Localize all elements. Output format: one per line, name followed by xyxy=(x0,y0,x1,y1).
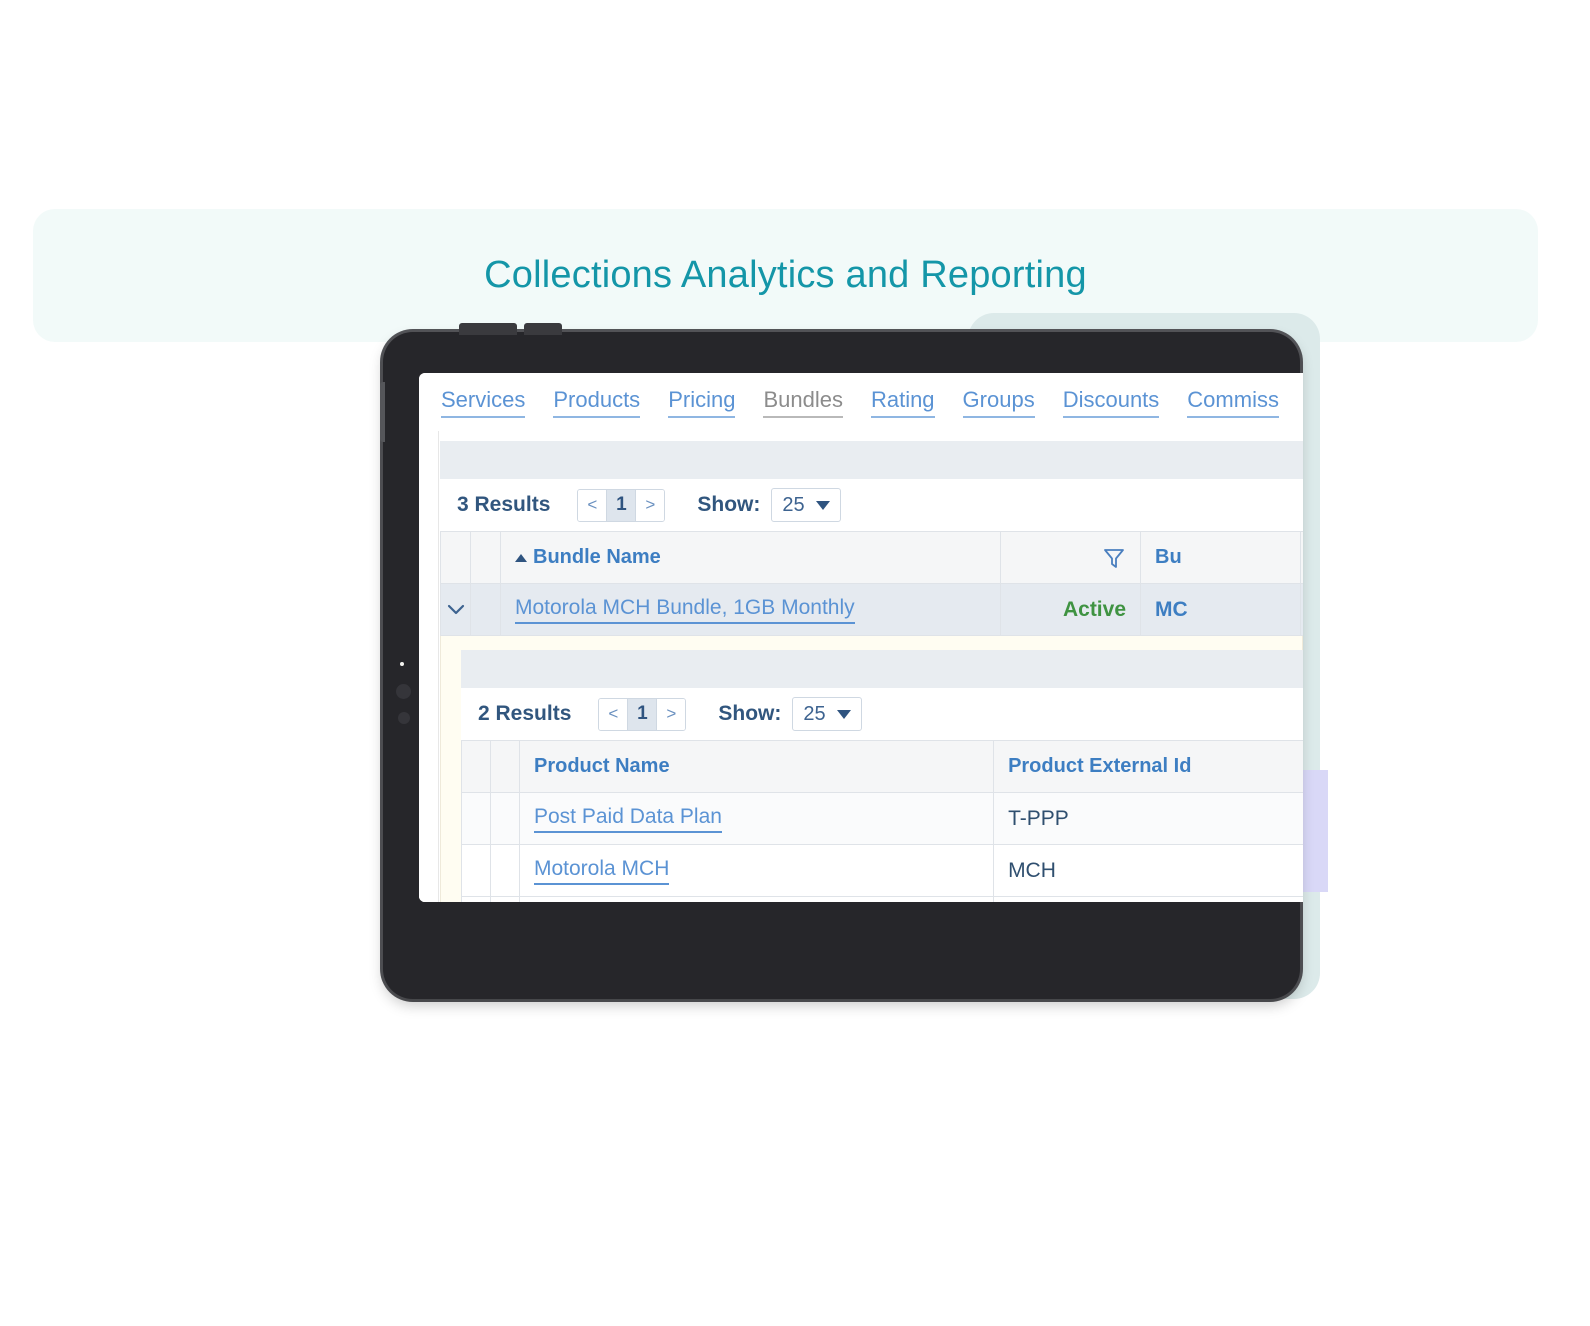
tablet-side-button[interactable] xyxy=(380,382,385,442)
tab-services[interactable]: Services xyxy=(441,387,526,418)
bundles-header-bundle-external-id[interactable]: Bu xyxy=(1141,532,1301,583)
bundles-row-expander[interactable] xyxy=(441,584,471,635)
sort-ascending-icon xyxy=(515,553,527,562)
bundles-page-size-select[interactable]: 25 xyxy=(771,488,841,522)
products-pager-next[interactable]: > xyxy=(657,698,686,730)
decorative-lavender-block xyxy=(1300,770,1328,892)
bundles-row-external-id-cell: MC xyxy=(1141,584,1301,635)
filter-funnel-icon[interactable] xyxy=(1102,546,1126,570)
bundles-page-size-value: 25 xyxy=(782,493,805,516)
content-left-gutter xyxy=(419,431,439,902)
bundles-row-status-cell: Active xyxy=(1001,584,1141,635)
bundles-header-checkbox-col xyxy=(471,532,501,583)
table-row[interactable]: Post Paid Data Plan T-PPP xyxy=(462,793,1303,845)
tab-discounts[interactable]: Discounts xyxy=(1062,387,1160,418)
products-row-checkbox-col[interactable] xyxy=(491,845,520,896)
bundles-toolbar: 3 Results < 1 > Show: 25 xyxy=(440,479,1303,531)
products-header-col-b xyxy=(491,741,520,792)
product-name-link[interactable]: Post Paid Data Plan xyxy=(534,805,722,833)
bundles-show-label: Show: xyxy=(697,493,761,516)
tablet-device: Services Products Pricing Bundles Rating… xyxy=(380,323,1303,999)
bundles-header-bundle-external-id-label: Bu xyxy=(1155,546,1182,568)
products-row-external-id-cell: MCH xyxy=(994,845,1303,896)
app-content: 3 Results < 1 > Show: 25 Bundle Name Bu … xyxy=(419,431,1303,902)
bundles-header-expander-col xyxy=(441,532,471,583)
caret-down-icon xyxy=(836,709,851,719)
bundles-header-bundle-name[interactable]: Bundle Name xyxy=(501,532,1001,583)
bundles-header-bundle-name-label: Bundle Name xyxy=(533,546,661,568)
bundles-grid-header-row: Bundle Name Bu xyxy=(441,532,1303,584)
products-header-col-a xyxy=(462,741,491,792)
tablet-side-dot-lower xyxy=(398,712,410,724)
page-root: Collections Analytics and Reporting Serv… xyxy=(0,0,1590,1326)
tablet-top-button-primary[interactable] xyxy=(459,323,517,335)
products-grid-empty-row xyxy=(462,897,1303,902)
bundles-row-checkbox-col[interactable] xyxy=(471,584,501,635)
app-nav-tabs: Services Products Pricing Bundles Rating… xyxy=(419,373,1303,431)
product-name-link[interactable]: Motorola MCH xyxy=(534,857,670,885)
products-pager-page-1[interactable]: 1 xyxy=(627,698,658,730)
products-empty-col-b xyxy=(491,897,520,902)
products-page-size-select[interactable]: 25 xyxy=(792,697,862,731)
products-show-label: Show: xyxy=(718,702,782,725)
products-toolbar: 2 Results < 1 > Show: 25 xyxy=(461,688,1303,740)
chevron-down-icon xyxy=(446,600,466,620)
products-row-col-a xyxy=(462,845,491,896)
bundles-header-filter-col xyxy=(1001,532,1141,583)
products-pager-prev[interactable]: < xyxy=(599,698,628,730)
bundles-results-count: 3 Results xyxy=(457,493,551,516)
bundles-pager-prev[interactable]: < xyxy=(578,489,607,521)
tab-pricing[interactable]: Pricing xyxy=(668,387,736,418)
products-header-product-external-id[interactable]: Product External Id xyxy=(994,741,1303,792)
tablet-side-dot-upper xyxy=(396,684,411,699)
product-external-id-value: MCH xyxy=(1008,858,1056,882)
bundle-detail-panel: 2 Results < 1 > Show: 25 Product Name Pr… xyxy=(440,636,1303,902)
products-results-count: 2 Results xyxy=(478,702,572,725)
products-empty-col-name xyxy=(520,897,995,902)
table-row[interactable]: Motorola MCH MCH xyxy=(462,845,1303,897)
products-pager: < 1 > xyxy=(598,697,687,731)
bundle-name-link[interactable]: Motorola MCH Bundle, 1GB Monthly xyxy=(515,596,855,624)
bundles-pager-page-1[interactable]: 1 xyxy=(606,489,637,521)
products-row-product-name-cell: Motorola MCH xyxy=(520,845,995,896)
tablet-indicator-led xyxy=(400,662,404,666)
bundles-pager: < 1 > xyxy=(577,488,666,522)
products-empty-col-a xyxy=(462,897,491,902)
products-row-external-id-cell: T-PPP xyxy=(994,793,1303,844)
bundles-section-band xyxy=(440,441,1303,479)
bundle-external-id-value: MC xyxy=(1155,597,1188,621)
products-grid: Product Name Product External Id Post Pa… xyxy=(461,740,1303,902)
products-row-checkbox-col[interactable] xyxy=(491,793,520,844)
products-header-product-name[interactable]: Product Name xyxy=(520,741,995,792)
product-external-id-value: T-PPP xyxy=(1008,806,1069,830)
products-header-product-external-id-label: Product External Id xyxy=(1008,755,1192,777)
products-empty-col-ext xyxy=(994,897,1303,902)
products-row-product-name-cell: Post Paid Data Plan xyxy=(520,793,995,844)
table-row[interactable]: Motorola MCH Bundle, 1GB Monthly Active … xyxy=(441,584,1303,636)
products-grid-header-row: Product Name Product External Id xyxy=(462,741,1303,793)
tab-groups[interactable]: Groups xyxy=(962,387,1035,418)
products-header-product-name-label: Product Name xyxy=(534,755,670,777)
tab-rating[interactable]: Rating xyxy=(870,387,935,418)
tablet-screen: Services Products Pricing Bundles Rating… xyxy=(419,373,1303,902)
tablet-top-button-secondary[interactable] xyxy=(524,323,562,335)
products-page-size-value: 25 xyxy=(803,702,826,725)
bundles-row-bundle-name-cell: Motorola MCH Bundle, 1GB Monthly xyxy=(501,584,1001,635)
tab-bundles[interactable]: Bundles xyxy=(763,387,843,418)
status-badge: Active xyxy=(1062,597,1126,621)
products-row-col-a xyxy=(462,793,491,844)
tab-products[interactable]: Products xyxy=(553,387,641,418)
bundles-grid: Bundle Name Bu Motorola MCH Bundle, 1GB … xyxy=(440,531,1303,636)
caret-down-icon xyxy=(815,500,830,510)
bundles-pager-next[interactable]: > xyxy=(636,489,665,521)
tab-commissions[interactable]: Commiss xyxy=(1187,387,1279,418)
products-section-band xyxy=(461,650,1303,688)
